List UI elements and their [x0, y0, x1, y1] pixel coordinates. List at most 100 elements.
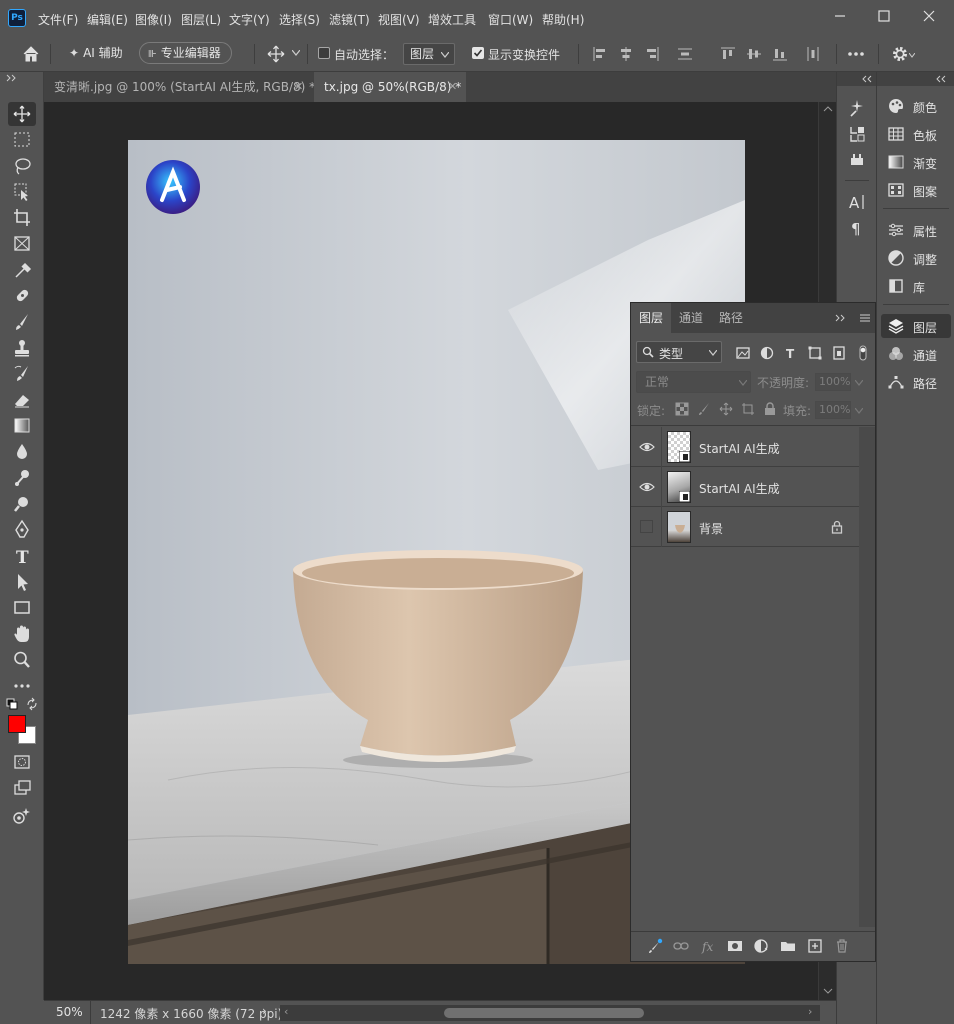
character-icon[interactable]: A: [847, 192, 867, 212]
scroll-down-icon[interactable]: [823, 988, 833, 994]
distribute-vertical-icon[interactable]: [677, 46, 693, 62]
menu-view[interactable]: 视图(V): [378, 11, 420, 28]
paragraph-icon[interactable]: ¶: [847, 218, 867, 238]
lock-image-pixels-icon[interactable]: [697, 402, 711, 416]
panel-paths[interactable]: 路径: [881, 370, 951, 394]
scrollbar-thumb[interactable]: [444, 1008, 644, 1018]
auto-select-checkbox[interactable]: [318, 47, 330, 59]
move-tool-icon[interactable]: [266, 45, 286, 63]
layer-name[interactable]: StartAI AI生成: [699, 480, 780, 497]
show-transform-checkbox[interactable]: [472, 47, 484, 59]
new-group-folder-icon[interactable]: [780, 938, 796, 954]
filter-toggle-icon[interactable]: [855, 345, 871, 361]
layer-styles-fx-icon[interactable]: fx: [701, 938, 717, 954]
scroll-left-icon[interactable]: ‹: [284, 1005, 288, 1018]
eyedropper-tool[interactable]: [8, 258, 36, 282]
layer-name[interactable]: StartAI AI生成: [699, 440, 780, 457]
ai-brush-icon[interactable]: [647, 938, 663, 954]
chevron-down-icon[interactable]: [292, 50, 300, 56]
layer-thumbnail[interactable]: [667, 431, 691, 463]
pen-tool[interactable]: [8, 518, 36, 542]
filter-adjustment-icon[interactable]: [759, 345, 775, 361]
align-horizontal-center-icon[interactable]: [618, 46, 634, 62]
link-layers-icon[interactable]: [673, 938, 689, 954]
default-colors-icon[interactable]: [6, 698, 18, 710]
gradient-tool[interactable]: [8, 414, 36, 438]
collapse-arrows-icon[interactable]: [935, 75, 947, 83]
magic-sparkle-icon[interactable]: [847, 98, 867, 118]
hand-tool[interactable]: [8, 622, 36, 646]
eye-icon[interactable]: [639, 439, 655, 455]
panel-properties[interactable]: 属性: [881, 218, 951, 242]
filter-shape-icon[interactable]: [807, 345, 823, 361]
distribute-horizontal-icon[interactable]: [805, 46, 821, 62]
layer-thumbnail[interactable]: [667, 471, 691, 503]
panel-channels[interactable]: 通道: [881, 342, 951, 366]
add-mask-icon[interactable]: [727, 938, 743, 954]
panel-swatches[interactable]: 色板: [881, 122, 951, 146]
chevron-down-icon[interactable]: [855, 380, 863, 386]
eye-icon[interactable]: [639, 479, 655, 495]
dodge-tool[interactable]: [8, 466, 36, 490]
collapse-arrows-icon[interactable]: [861, 75, 873, 83]
menu-help[interactable]: 帮助(H): [542, 11, 584, 28]
swap-colors-icon[interactable]: [25, 697, 39, 711]
panel-adjustments[interactable]: 调整: [881, 246, 951, 270]
layer-name[interactable]: 背景: [699, 520, 723, 537]
more-tools[interactable]: [8, 674, 36, 698]
more-options-icon[interactable]: [847, 51, 865, 57]
fill-field[interactable]: 100%: [815, 401, 851, 419]
status-menu-arrow[interactable]: ›: [262, 1004, 267, 1018]
maximize-button[interactable]: [872, 4, 896, 28]
tab-document-2[interactable]: tx.jpg @ 50%(RGB/8) * ✕: [314, 72, 466, 102]
panel-layers[interactable]: 图层: [881, 314, 951, 338]
sponge-tool[interactable]: [8, 492, 36, 516]
layer-row[interactable]: StartAI AI生成: [631, 427, 861, 467]
visibility-toggle[interactable]: [640, 520, 653, 533]
tab-channels[interactable]: 通道: [671, 303, 711, 333]
collapse-arrows-icon[interactable]: [6, 74, 18, 82]
layer-row[interactable]: 背景: [631, 507, 861, 547]
menu-type[interactable]: 文字(Y): [229, 11, 270, 28]
menu-select[interactable]: 选择(S): [279, 11, 320, 28]
frame-tool[interactable]: [8, 232, 36, 256]
marquee-tool[interactable]: [8, 128, 36, 152]
panel-gradients[interactable]: 渐变: [881, 150, 951, 174]
scroll-right-icon[interactable]: ›: [808, 1005, 812, 1018]
new-layer-icon[interactable]: [807, 938, 823, 954]
filter-pixel-icon[interactable]: [735, 345, 751, 361]
lock-transparent-pixels-icon[interactable]: [675, 402, 689, 416]
layer-filter-dropdown[interactable]: 类型: [636, 341, 722, 363]
rectangle-tool[interactable]: [8, 596, 36, 620]
horizontal-scrollbar[interactable]: ‹ ›: [280, 1005, 820, 1021]
blur-tool[interactable]: [8, 440, 36, 464]
layer-row[interactable]: StartAI AI生成: [631, 467, 861, 507]
pro-editor-button[interactable]: ⊪ 专业编辑器: [139, 42, 232, 64]
quick-mask-button[interactable]: [8, 750, 36, 774]
lasso-tool[interactable]: [8, 154, 36, 178]
align-bottom-icon[interactable]: [772, 46, 788, 62]
menu-filter[interactable]: 滤镜(T): [329, 11, 370, 28]
close-tab-icon[interactable]: ✕: [448, 72, 457, 102]
new-adjustment-layer-icon[interactable]: [753, 938, 769, 954]
type-tool[interactable]: T: [8, 544, 36, 568]
document-info[interactable]: 1242 像素 x 1660 像素 (72 ppi): [100, 1005, 282, 1022]
filter-type-icon[interactable]: T: [783, 345, 799, 361]
chevron-down-icon[interactable]: [855, 408, 863, 414]
lock-icon[interactable]: [831, 520, 843, 534]
tab-document-1[interactable]: 变清晰.jpg @ 100% (StartAI AI生成, RGB/8) * ✕: [44, 72, 315, 102]
healing-brush-tool[interactable]: [8, 284, 36, 308]
lock-all-icon[interactable]: [763, 402, 777, 416]
history-icon[interactable]: [847, 124, 867, 144]
ai-tools-button[interactable]: [8, 804, 36, 828]
clone-stamp-tool[interactable]: [8, 336, 36, 360]
menu-plugins[interactable]: 增效工具: [428, 11, 476, 28]
delete-layer-trash-icon[interactable]: [834, 938, 850, 954]
panel-menu-icon[interactable]: [859, 313, 871, 323]
auto-select-target-dropdown[interactable]: 图层: [403, 43, 455, 65]
foreground-color-swatch[interactable]: [8, 715, 26, 733]
lock-artboard-icon[interactable]: [741, 402, 755, 416]
screen-mode-button[interactable]: [8, 776, 36, 800]
align-top-icon[interactable]: [720, 46, 736, 62]
minimize-button[interactable]: [828, 4, 852, 28]
